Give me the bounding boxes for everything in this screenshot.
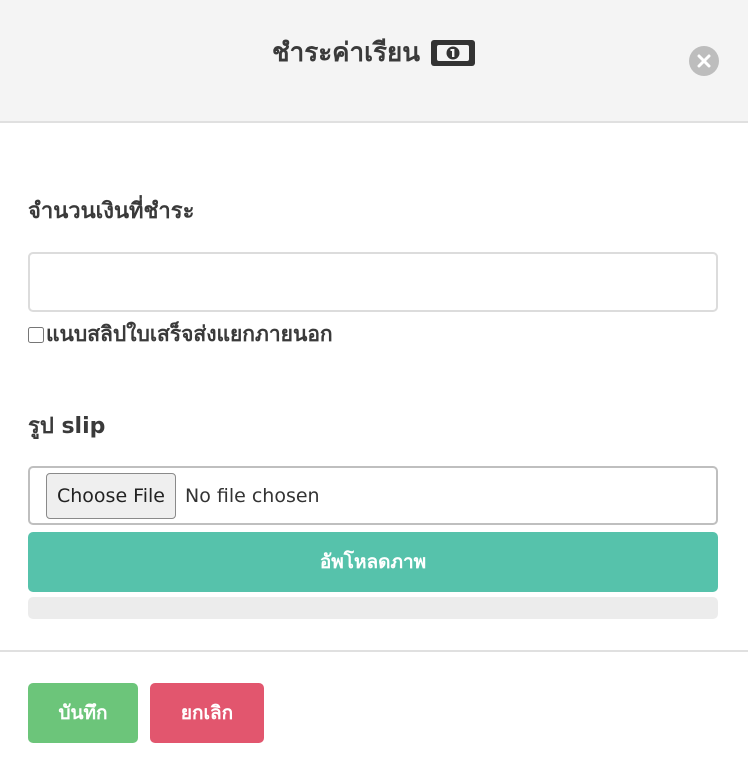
no-file-text: No file chosen — [184, 484, 320, 507]
modal-title-text: ชำระค่าเรียน — [271, 38, 421, 68]
cancel-button[interactable]: ยกเลิก — [150, 683, 264, 743]
separate-receipt-label: แนบสลิปใบเสร็จส่งแยกภายนอก — [46, 322, 333, 346]
separate-receipt-row[interactable]: แนบสลิปใบเสร็จส่งแยกภายนอก — [28, 318, 333, 351]
slip-label: รูป slip — [28, 414, 106, 439]
amount-input[interactable] — [28, 252, 718, 312]
separate-receipt-checkbox[interactable] — [28, 326, 44, 343]
payment-modal: ชำระค่าเรียน จำนวนเงินที่ชำระ แนบสลิปใบเ… — [0, 0, 748, 774]
money-bill-icon — [430, 39, 476, 67]
close-icon — [697, 54, 711, 68]
amount-label: จำนวนเงินที่ชำระ — [28, 199, 195, 224]
choose-file-button[interactable]: Choose File — [46, 472, 176, 519]
upload-image-button[interactable]: อัพโหลดภาพ — [28, 532, 718, 592]
file-input[interactable]: Choose File No file chosen — [28, 466, 718, 525]
close-button[interactable] — [689, 46, 719, 76]
modal-footer: บันทึก ยกเลิก — [0, 650, 748, 774]
upload-progress-bar — [28, 597, 718, 619]
modal-header: ชำระค่าเรียน — [0, 0, 748, 123]
modal-title: ชำระค่าเรียน — [0, 32, 748, 73]
save-button[interactable]: บันทึก — [28, 683, 138, 743]
